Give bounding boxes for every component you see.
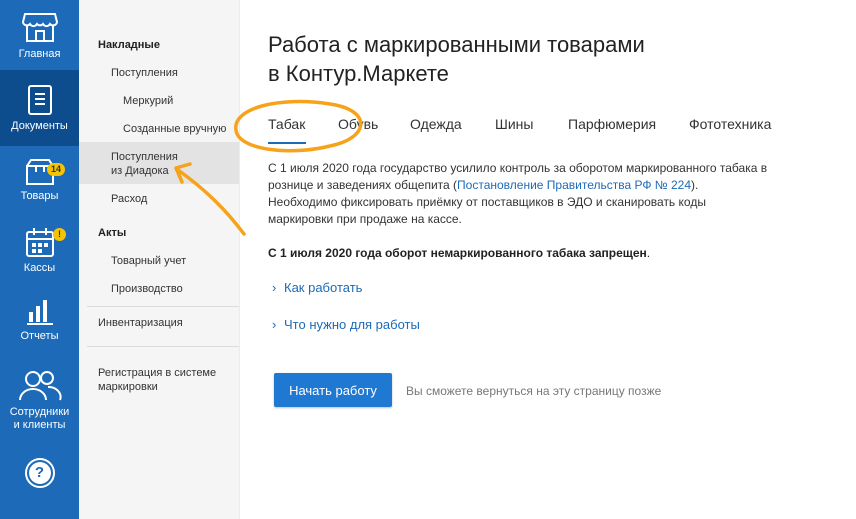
document-icon [27,85,52,115]
ban-notice-text: С 1 июля 2020 года оборот немаркированно… [268,246,647,260]
rail-staff[interactable]: Сотрудники и клиенты [0,364,79,440]
store-icon [21,13,58,42]
tab-photo[interactable]: Фототехника [689,116,771,132]
government-decree-link[interactable]: Постановление Правительства РФ № 224 [457,178,691,192]
subnav-registration-label-2: маркировки [98,381,158,393]
documents-subnav: Накладные Поступления Меркурий Созданные… [79,0,240,519]
subnav-acts[interactable]: Акты [98,226,126,240]
subnav-diadoc-receipts[interactable]: Поступления из Диадока [79,142,239,184]
help-glyph: ? [28,462,51,484]
rail-documents[interactable]: Документы [0,70,79,146]
tab-shoes[interactable]: Обувь [338,116,378,132]
rail-reports[interactable]: Отчеты [0,292,79,354]
tab-tobacco[interactable]: Табак [268,116,305,132]
rail-help[interactable]: ? [0,458,79,498]
ban-notice: С 1 июля 2020 года оборот немаркированно… [268,246,650,260]
subnav-registration-label-1: Регистрация в системе [98,367,217,379]
help-icon: ? [24,458,55,488]
category-tabs: Табак Обувь Одежда Шины Парфюмерия Фотот… [268,116,828,146]
tab-clothes[interactable]: Одежда [410,116,462,132]
chevron-right-icon: › [272,317,277,332]
return-later-hint: Вы сможете вернуться на эту страницу поз… [406,384,662,398]
rail-documents-label: Документы [11,120,68,132]
calendar-icon [25,228,54,257]
subnav-inventory[interactable]: Инвентаризация [98,316,183,330]
accordion-how-to-work[interactable]: › Как работать [272,280,362,295]
app-root: Главная Документы 14 Товары ! Кассы Отче… [0,0,856,519]
start-work-button[interactable]: Начать работу [274,373,392,407]
rail-staff-label-1: Сотрудники [9,406,70,418]
rail-home-label: Главная [18,48,61,60]
page-title-line-1: Работа с маркированными товарами [268,32,645,57]
ban-notice-dot: . [646,246,651,260]
main-content: Работа с маркированными товарами в Конту… [240,0,856,519]
rail-staff-label-2: и клиенты [13,419,66,431]
subnav-accounting[interactable]: Товарный учет [111,254,186,268]
chevron-right-icon: › [272,280,277,295]
tab-perfume[interactable]: Парфюмерия [568,116,656,132]
rail-goods-label: Товары [20,190,59,202]
subnav-manual[interactable]: Созданные вручную [123,122,226,136]
users-icon [18,371,62,401]
page-title-line-2: в Контур.Маркете [268,61,449,86]
bar-chart-icon [26,300,53,325]
rail-home[interactable]: Главная [0,0,79,70]
rail-goods[interactable]: 14 Товары [0,154,79,216]
rail-cash[interactable]: ! Кассы [0,222,79,284]
subnav-divider [87,346,239,347]
cash-badge: ! [53,228,66,241]
subnav-invoices[interactable]: Накладные [98,38,160,52]
subnav-receipts[interactable]: Поступления [111,66,178,80]
subnav-mercury[interactable]: Меркурий [123,94,173,108]
intro-paragraph: С 1 июля 2020 года государство усилило к… [268,160,768,228]
subnav-expense[interactable]: Расход [111,192,147,206]
page-title: Работа с маркированными товарами в Конту… [268,30,768,88]
accordion-requirements[interactable]: › Что нужно для работы [272,317,420,332]
rail-reports-label: Отчеты [20,330,59,342]
main-rail: Главная Документы 14 Товары ! Кассы Отче… [0,0,79,519]
goods-badge: 14 [47,163,65,176]
accordion-how-label: Как работать [284,280,363,295]
active-tab-indicator [268,142,306,144]
tab-tires[interactable]: Шины [495,116,533,132]
rail-cash-label: Кассы [23,262,56,274]
subnav-registration[interactable]: Регистрация в системе маркировки [98,366,216,394]
subnav-diadoc-label-1: Поступления [111,151,178,163]
subnav-production[interactable]: Производство [111,282,183,296]
subnav-diadoc-label-2: из Диадока [111,165,169,177]
subnav-divider [87,306,239,307]
accordion-need-label: Что нужно для работы [284,317,420,332]
